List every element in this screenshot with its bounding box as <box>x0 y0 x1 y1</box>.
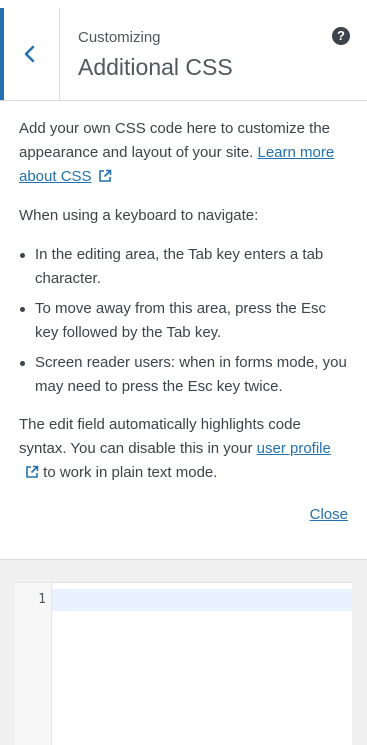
help-icon[interactable]: ? <box>332 27 350 45</box>
back-button-accent <box>0 8 4 100</box>
external-link-icon <box>98 169 111 182</box>
syntax-text-after: to work in plain text mode. <box>43 464 218 481</box>
back-button[interactable] <box>0 8 60 100</box>
active-code-line[interactable] <box>52 589 352 611</box>
line-number: 1 <box>38 592 46 607</box>
description-content: Add your own CSS code here to customize … <box>19 117 349 500</box>
user-profile-link[interactable]: user profile <box>257 440 331 457</box>
line-number-gutter: 1 <box>15 583 52 745</box>
list-item: To move away from this area, press the E… <box>19 297 349 345</box>
css-code-editor[interactable]: 1 <box>15 582 352 745</box>
syntax-paragraph: The edit field automatically highlights … <box>19 413 349 485</box>
intro-paragraph: Add your own CSS code here to customize … <box>19 117 349 189</box>
chevron-left-icon <box>24 45 35 63</box>
keyboard-tips-list: In the editing area, the Tab key enters … <box>19 243 349 399</box>
close-link[interactable]: Close <box>310 506 348 523</box>
page-title: Additional CSS <box>78 54 233 80</box>
list-item: Screen reader users: when in forms mode,… <box>19 351 349 399</box>
header-subtitle: Customizing <box>78 29 161 46</box>
external-link-icon <box>26 465 39 478</box>
description-panel: Add your own CSS code here to customize … <box>0 101 367 560</box>
section-header: Customizing Additional CSS ? <box>0 8 367 101</box>
user-profile-label: user profile <box>256 440 331 457</box>
list-item: In the editing area, the Tab key enters … <box>19 243 349 291</box>
keyboard-heading: When using a keyboard to navigate: <box>19 207 259 224</box>
